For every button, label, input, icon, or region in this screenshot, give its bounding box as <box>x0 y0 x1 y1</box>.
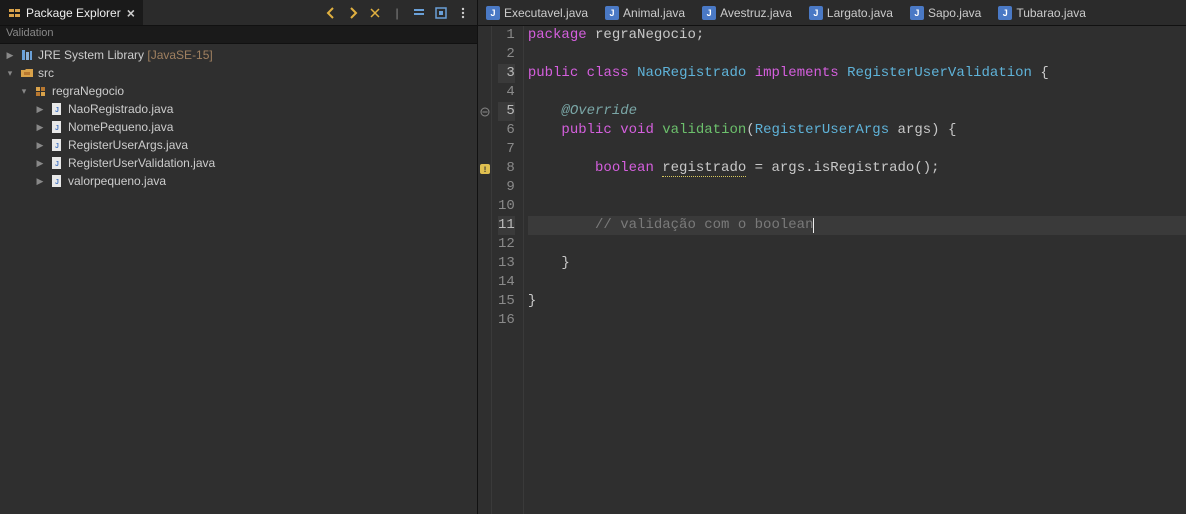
package-explorer-toolbar: | <box>321 3 477 23</box>
editor-body[interactable]: ! 1 2 3 4 5 6 7 8 9 10 11 12 13 14 15 16… <box>478 26 1186 514</box>
tab-label: Largato.java <box>827 6 893 20</box>
forward-button[interactable] <box>343 3 363 23</box>
package-explorer-tree: ▶ JRE System Library [JavaSE-15] ▾ src ▾… <box>0 44 477 514</box>
filter-text: Validation <box>6 27 54 39</box>
chevron-right-icon: ▶ <box>4 50 16 61</box>
tree-item-file[interactable]: ▶ J RegisterUserValidation.java <box>0 154 477 172</box>
chevron-right-icon: ▶ <box>34 140 46 151</box>
tree-item-jre[interactable]: ▶ JRE System Library [JavaSE-15] <box>0 46 477 64</box>
package-explorer-icon <box>8 6 22 20</box>
editor-tab[interactable]: J Sapo.java <box>902 0 990 25</box>
svg-text:J: J <box>55 125 59 132</box>
editor-tab[interactable]: J Tubarao.java <box>990 0 1095 25</box>
library-icon <box>20 48 34 62</box>
focus-button[interactable] <box>431 3 451 23</box>
back-button[interactable] <box>321 3 341 23</box>
tab-label: Tubarao.java <box>1016 6 1086 20</box>
java-file-icon: J <box>50 138 64 152</box>
chevron-right-icon: ▶ <box>34 122 46 133</box>
tab-label: Sapo.java <box>928 6 981 20</box>
editor-tab[interactable]: J Executavel.java <box>478 0 597 25</box>
editor-panel: J Executavel.java J Animal.java J Avestruz.… <box>478 0 1186 514</box>
tree-item-file[interactable]: ▶ J NaoRegistrado.java <box>0 100 477 118</box>
svg-text:J: J <box>55 143 59 150</box>
collapse-all-button[interactable] <box>409 3 429 23</box>
link-with-editor-button[interactable] <box>365 3 385 23</box>
java-file-icon: J <box>998 6 1012 20</box>
tree-label: src <box>38 66 54 80</box>
filter-input[interactable]: Validation <box>0 26 477 44</box>
editor-tabbar: J Executavel.java J Animal.java J Avestruz.… <box>478 0 1186 26</box>
line-number-gutter: 1 2 3 4 5 6 7 8 9 10 11 12 13 14 15 16 <box>492 26 524 514</box>
close-icon[interactable]: × <box>125 5 135 21</box>
tree-label: RegisterUserValidation.java <box>68 156 215 170</box>
java-file-icon: J <box>50 120 64 134</box>
java-file-icon: J <box>50 156 64 170</box>
svg-text:J: J <box>55 161 59 168</box>
source-folder-icon <box>20 66 34 80</box>
warning-marker-icon[interactable]: ! <box>478 159 491 178</box>
tree-item-file[interactable]: ▶ J NomePequeno.java <box>0 118 477 136</box>
java-file-icon: J <box>50 102 64 116</box>
chevron-right-icon: ▶ <box>34 158 46 169</box>
editor-tab[interactable]: J Avestruz.java <box>694 0 801 25</box>
tab-label: Avestruz.java <box>720 6 792 20</box>
tree-label: JRE System Library [JavaSE-15] <box>38 48 213 62</box>
java-file-icon: J <box>50 174 64 188</box>
java-file-icon: J <box>605 6 619 20</box>
package-explorer-tab[interactable]: Package Explorer × <box>0 0 143 25</box>
editor-tab[interactable]: J Largato.java <box>801 0 902 25</box>
java-file-icon: J <box>486 6 500 20</box>
svg-text:!: ! <box>482 166 487 175</box>
chevron-right-icon: ▶ <box>34 104 46 115</box>
package-explorer-title: Package Explorer <box>26 6 121 20</box>
svg-text:J: J <box>55 179 59 186</box>
tree-item-file[interactable]: ▶ J RegisterUserArgs.java <box>0 136 477 154</box>
tree-label: NaoRegistrado.java <box>68 102 173 116</box>
chevron-down-icon: ▾ <box>18 86 30 97</box>
tree-label: NomePequeno.java <box>68 120 173 134</box>
fold-marker-icon[interactable] <box>478 102 491 121</box>
tab-label: Animal.java <box>623 6 685 20</box>
code-area[interactable]: package regraNegocio; public class NaoRe… <box>524 26 1186 514</box>
java-file-icon: J <box>809 6 823 20</box>
marker-column: ! <box>478 26 492 514</box>
package-explorer-panel: Package Explorer × | <box>0 0 478 514</box>
view-menu-button[interactable] <box>453 3 473 23</box>
tree-item-file[interactable]: ▶ J valorpequeno.java <box>0 172 477 190</box>
tree-label: valorpequeno.java <box>68 174 166 188</box>
package-icon <box>34 84 48 98</box>
tree-label: regraNegocio <box>52 84 124 98</box>
separator: | <box>387 3 407 23</box>
tab-label: Executavel.java <box>504 6 588 20</box>
package-explorer-tabbar: Package Explorer × | <box>0 0 477 26</box>
editor-tab[interactable]: J Animal.java <box>597 0 694 25</box>
chevron-right-icon: ▶ <box>34 176 46 187</box>
tree-label: RegisterUserArgs.java <box>68 138 188 152</box>
svg-text:J: J <box>55 107 59 114</box>
tree-item-src[interactable]: ▾ src <box>0 64 477 82</box>
tree-item-package[interactable]: ▾ regraNegocio <box>0 82 477 100</box>
chevron-down-icon: ▾ <box>4 68 16 79</box>
java-file-icon: J <box>702 6 716 20</box>
java-file-icon: J <box>910 6 924 20</box>
